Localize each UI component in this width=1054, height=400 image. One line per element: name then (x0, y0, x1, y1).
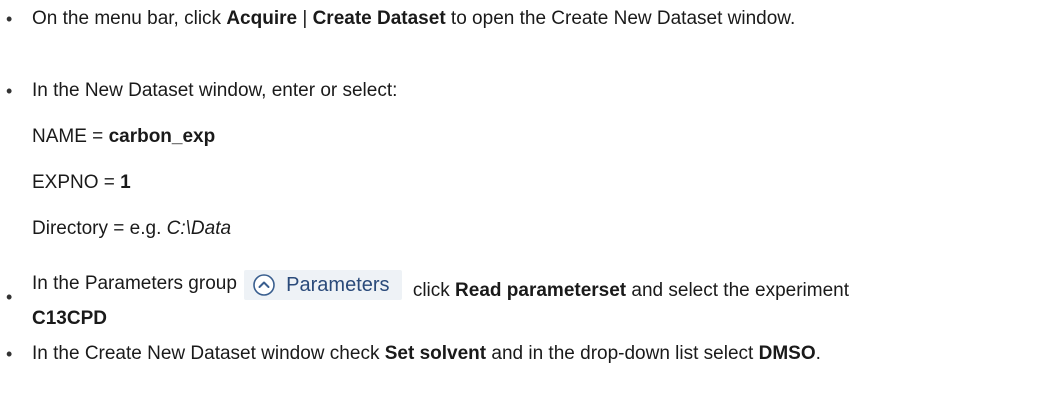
bullet: • (6, 9, 13, 29)
step-enter-fields: In the New Dataset window, enter or sele… (32, 80, 398, 101)
bullet: • (6, 344, 13, 364)
parameters-group-button[interactable]: Parameters (244, 270, 402, 300)
menu-acquire: Acquire (226, 8, 298, 29)
menu-item-create-dataset: Create Dataset (312, 8, 446, 29)
step-open-create-dataset: On the menu bar, click Acquire | Create … (32, 8, 796, 29)
directory-value: C:\Data (166, 218, 232, 239)
field-directory-line: Directory = e.g. C:\Data (32, 218, 232, 239)
instructions-page: • On the menu bar, click Acquire | Creat… (0, 0, 1054, 400)
bullet: • (6, 81, 13, 101)
set-solvent-option: Set solvent (384, 343, 487, 364)
chevron-up-circle-icon (252, 273, 276, 297)
field-expno-line: EXPNO = 1 (32, 172, 131, 193)
field-name-line: NAME = carbon_exp (32, 126, 216, 147)
experiment-name: C13CPD (32, 308, 107, 329)
parameters-button-label: Parameters (286, 274, 390, 296)
read-parameterset-action: Read parameterset (455, 280, 627, 301)
expno-value: 1 (120, 172, 131, 193)
bullet: • (6, 287, 13, 307)
solvent-dmso: DMSO (758, 343, 816, 364)
step-read-parameterset: In the Parameters group Parameters click… (32, 269, 1042, 330)
step-set-solvent: In the Create New Dataset window check S… (32, 343, 821, 364)
name-value: carbon_exp (108, 126, 216, 147)
